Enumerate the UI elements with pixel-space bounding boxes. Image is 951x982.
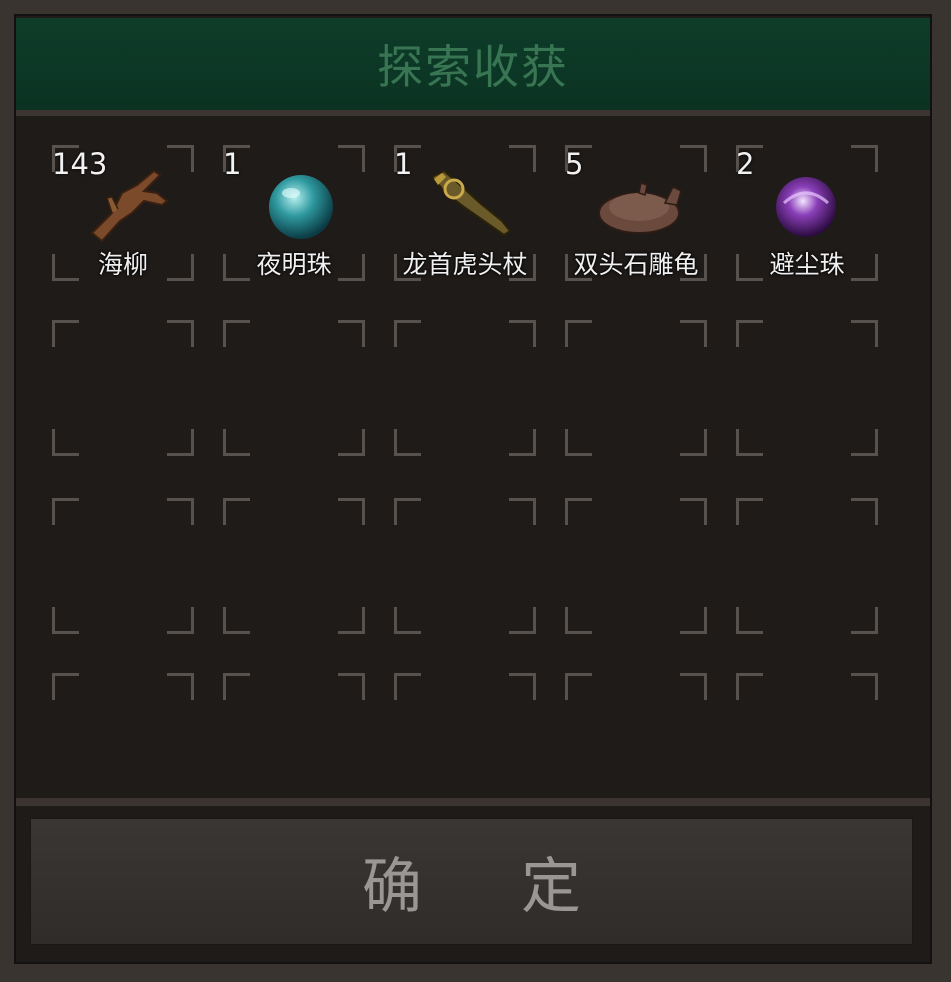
item-slot-4[interactable]: 5 双头石雕龟 — [565, 145, 707, 281]
empty-slot — [565, 498, 707, 634]
item-count: 1 — [394, 147, 413, 181]
dragon-tiger-staff-icon — [430, 169, 512, 237]
confirm-label: 确 定 — [361, 852, 622, 922]
empty-slot — [565, 673, 707, 793]
divider — [16, 798, 930, 806]
empty-slot — [736, 673, 878, 793]
item-name: 海柳 — [97, 250, 148, 279]
empty-slot — [736, 320, 878, 456]
item-grid: 143 海柳 1 夜明珠 1 龙首虎头杖 5 双头石雕龟 2 避尘珠 — [30, 128, 920, 793]
item-name: 避尘珠 — [769, 250, 845, 279]
dialog-title: 探索收获 — [377, 40, 569, 94]
item-slot-1[interactable]: 143 海柳 — [52, 145, 194, 281]
empty-slot — [736, 498, 878, 634]
empty-slot — [394, 498, 536, 634]
item-slot-2[interactable]: 1 夜明珠 — [223, 145, 365, 281]
empty-slot — [223, 498, 365, 634]
empty-slot — [52, 673, 194, 793]
empty-slot — [52, 320, 194, 456]
confirm-button[interactable]: 确 定 — [30, 818, 913, 945]
title-bar: 探索收获 — [16, 18, 930, 116]
stone-turtle-icon — [598, 182, 682, 234]
empty-slot — [394, 673, 536, 793]
item-name: 双头石雕龟 — [573, 250, 699, 279]
luminous-pearl-icon — [269, 175, 333, 239]
empty-slot — [565, 320, 707, 456]
dust-pearl-icon — [776, 177, 836, 237]
item-name: 龙首虎头杖 — [402, 250, 528, 279]
item-count: 143 — [52, 147, 108, 181]
item-count: 2 — [736, 147, 755, 181]
empty-slot — [52, 498, 194, 634]
item-slot-5[interactable]: 2 避尘珠 — [736, 145, 878, 281]
item-count: 1 — [223, 147, 242, 181]
empty-slot — [223, 320, 365, 456]
item-count: 5 — [565, 147, 584, 181]
item-slot-3[interactable]: 1 龙首虎头杖 — [394, 145, 536, 281]
item-name: 夜明珠 — [256, 250, 332, 279]
empty-slot — [223, 673, 365, 793]
empty-slot — [394, 320, 536, 456]
